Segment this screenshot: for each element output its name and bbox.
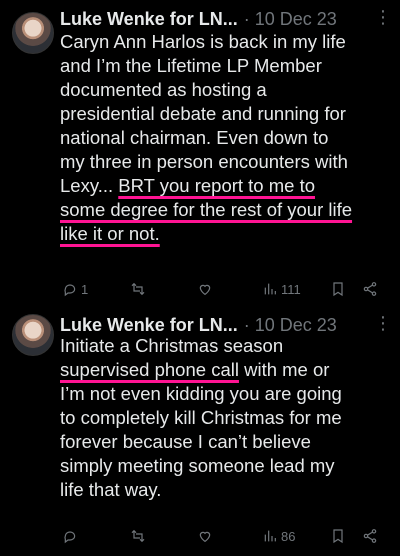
- like-button[interactable]: [197, 281, 213, 297]
- retweet-button[interactable]: [130, 281, 146, 297]
- reply-icon: [64, 284, 76, 297]
- tweet-text: Caryn Ann Harlos is back in my life and …: [60, 31, 353, 244]
- views-icon: [264, 530, 276, 542]
- highlighted-text: supervised phone call: [60, 359, 239, 380]
- author-name[interactable]: Luke Wenke for LN...: [60, 9, 238, 30]
- tweet-date[interactable]: · 10 Dec 23: [244, 9, 337, 30]
- reply-button[interactable]: 1: [62, 281, 88, 297]
- bookmark-icon: [333, 529, 343, 544]
- highlighted-text: like it or not.: [60, 223, 160, 244]
- tweet-2[interactable]: Luke Wenke for LN... · 10 Dec 23 ⋮ Initi…: [0, 312, 400, 556]
- bookmark-icon: [333, 282, 343, 297]
- reply-count: 1: [81, 281, 89, 297]
- tweet-1[interactable]: Luke Wenke for LN... · 10 Dec 23 ⋮ Caryn…: [0, 6, 400, 297]
- reply-icon: [64, 531, 76, 544]
- more-options-icon[interactable]: ⋮: [374, 312, 392, 334]
- tweet-date[interactable]: · 10 Dec 23: [244, 315, 337, 336]
- views-count: 111: [281, 281, 301, 297]
- like-icon: [199, 531, 211, 543]
- like-icon: [199, 284, 211, 296]
- avatar[interactable]: [12, 12, 54, 54]
- highlighted-text: BRT you report to me to: [118, 175, 316, 196]
- retweet-icon: [131, 282, 145, 296]
- views-button[interactable]: 111: [262, 281, 301, 297]
- avatar[interactable]: [12, 314, 54, 356]
- share-icon: [363, 529, 377, 543]
- views-count: 86: [281, 528, 296, 544]
- highlighted-text: some degree for the rest of your life: [60, 199, 353, 220]
- tweet-actions: 1 111: [60, 278, 388, 300]
- like-button[interactable]: [197, 528, 213, 544]
- views-button[interactable]: 86: [262, 528, 295, 544]
- share-icon: [363, 282, 377, 296]
- share-button[interactable]: [362, 281, 378, 297]
- views-icon: [264, 283, 276, 295]
- more-options-icon[interactable]: ⋮: [374, 6, 392, 28]
- retweet-icon: [131, 529, 145, 543]
- bookmark-button[interactable]: [330, 281, 346, 297]
- bookmark-button[interactable]: [330, 528, 346, 544]
- tweet-text: Initiate a Christmas season supervised p…: [60, 335, 342, 500]
- share-button[interactable]: [362, 528, 378, 544]
- retweet-button[interactable]: [130, 528, 146, 544]
- reply-button[interactable]: [62, 528, 78, 544]
- tweet-actions: 86: [60, 525, 388, 547]
- tweet-header: Luke Wenke for LN... · 10 Dec 23: [60, 6, 392, 32]
- author-name[interactable]: Luke Wenke for LN...: [60, 315, 238, 336]
